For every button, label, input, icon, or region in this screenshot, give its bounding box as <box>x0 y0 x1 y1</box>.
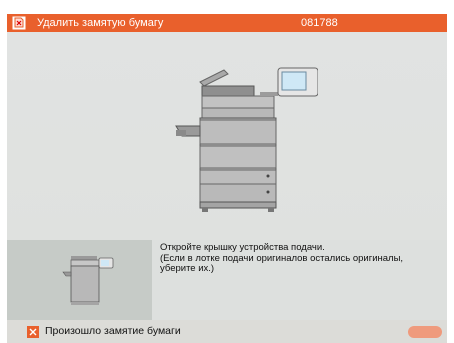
title: Удалить замятую бумагу <box>37 17 164 29</box>
status-bar: Произошло замятие бумаги <box>7 320 447 343</box>
instruction-text: Откройте крышку устройства подачи. (Если… <box>160 242 404 274</box>
printer-thumbnail <box>62 256 114 305</box>
status-indicator[interactable] <box>408 326 442 338</box>
printer-illustration <box>175 67 318 212</box>
screen: Удалить замятую бумагу 081788 Откройте к… <box>0 0 454 343</box>
title-bar: Удалить замятую бумагу 081788 <box>7 14 447 32</box>
main-illustration-area <box>7 32 447 240</box>
warning-icon <box>27 326 39 338</box>
status-text: Произошло замятие бумаги <box>45 325 181 337</box>
paper-jam-icon <box>12 16 26 30</box>
thumbnail-panel <box>7 240 152 320</box>
error-code: 081788 <box>301 17 338 29</box>
instruction-panel: Откройте крышку устройства подачи. (Если… <box>152 240 447 320</box>
